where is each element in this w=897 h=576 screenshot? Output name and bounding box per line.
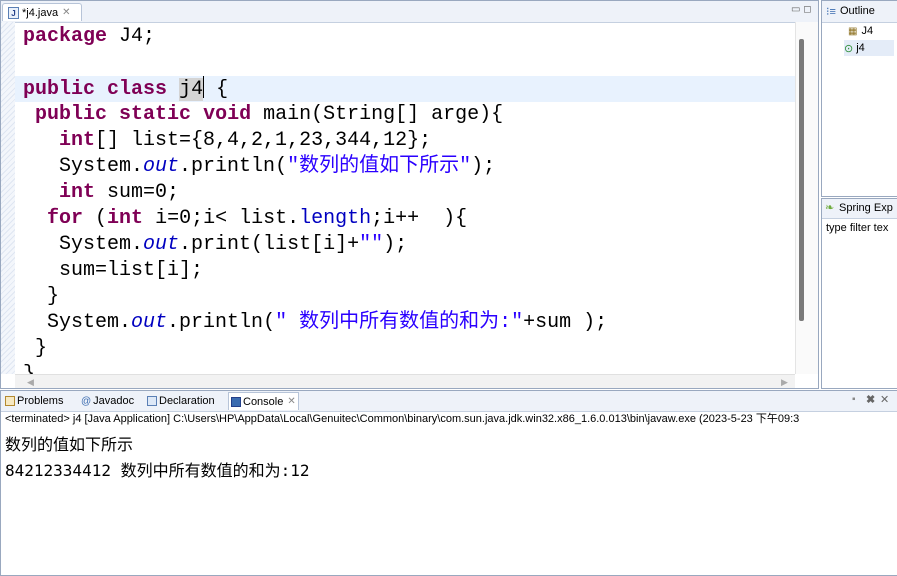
console-output-line: 84212334412 数列中所有数值的和为:12 — [5, 461, 310, 480]
tab-javadoc[interactable]: @ Javadoc — [79, 392, 136, 410]
tab-label: *j4.java — [22, 6, 59, 19]
spring-explorer-title: Spring Exp — [839, 202, 893, 214]
class-name-highlight: j4 — [179, 78, 204, 101]
code-line: sum=list[i]; — [23, 259, 204, 282]
code-line: package J4; — [23, 25, 156, 48]
outline-icon: ⁝≡ — [826, 6, 836, 18]
remove-all-icon[interactable]: ✕ — [880, 393, 889, 406]
javadoc-icon: @ — [81, 395, 92, 407]
code-area[interactable]: package J4; public class j4 { public sta… — [15, 22, 795, 386]
scroll-left-icon[interactable]: ◀ — [27, 377, 34, 388]
code-line: public class j4 { — [23, 76, 229, 101]
outline-view: ⁝≡ Outline ▦ J4 ⊙ j4 — [821, 0, 897, 197]
outline-item-class[interactable]: ⊙ j4 — [844, 40, 894, 56]
tab-j4-java[interactable]: J *j4.java ✕ — [2, 3, 82, 21]
console-toolbar-icon[interactable]: ▪ — [852, 394, 856, 405]
console-status-line: <terminated> j4 [Java Application] C:\Us… — [5, 413, 800, 425]
editor-tab-bar: J *j4.java ✕ ▭ ◻ — [1, 1, 818, 23]
tab-console[interactable]: Console ✕ — [228, 392, 299, 410]
class-icon: ⊙ — [844, 42, 854, 55]
declaration-icon — [147, 396, 157, 406]
spring-explorer-view: ❧ Spring Exp type filter tex — [821, 198, 897, 389]
minimize-maximize-icon[interactable]: ▭ ◻ — [791, 4, 812, 15]
outline-tab[interactable]: ⁝≡ Outline — [822, 1, 897, 23]
editor-pane: J *j4.java ✕ ▭ ◻ package J4; public clas… — [0, 0, 819, 389]
code-line: System.out.println(" 数列中所有数值的和为:"+sum ); — [23, 311, 608, 334]
console-pane: Problems @ Javadoc Declaration Console ✕… — [0, 390, 897, 576]
close-icon[interactable]: ✕ — [287, 396, 295, 407]
spring-leaf-icon: ❧ — [825, 202, 835, 214]
code-line: } — [23, 285, 60, 308]
spring-explorer-tab[interactable]: ❧ Spring Exp — [822, 199, 897, 219]
editor-ruler — [1, 22, 15, 374]
code-line: int[] list={8,4,2,1,23,344,12}; — [59, 129, 432, 152]
remove-launch-icon[interactable]: ✖ — [866, 393, 875, 406]
code-line: System.out.println("数列的值如下所示"); — [23, 155, 496, 178]
console-output-line: 数列的值如下所示 — [5, 435, 134, 454]
horizontal-scrollbar[interactable]: ◀ ▶ — [15, 374, 795, 388]
filter-input[interactable]: type filter tex — [822, 219, 897, 237]
code-line: System.out.print(list[i]+""); — [23, 233, 408, 256]
code-line: for (int i=0;i< list.length;i++ ){ — [47, 207, 468, 230]
package-icon: ▦ — [848, 25, 858, 37]
java-file-icon: J — [8, 6, 19, 19]
vertical-scrollbar[interactable] — [799, 39, 804, 321]
tab-problems[interactable]: Problems — [3, 392, 65, 410]
code-line: } — [23, 337, 48, 360]
tab-declaration[interactable]: Declaration — [145, 392, 217, 410]
problems-icon — [5, 396, 15, 406]
outline-item-package[interactable]: ▦ J4 — [848, 25, 873, 37]
code-line: public static void main(String[] arge){ — [35, 103, 504, 126]
console-icon — [231, 396, 241, 407]
console-tab-bar: Problems @ Javadoc Declaration Console ✕… — [1, 391, 897, 412]
close-icon[interactable]: ✕ — [62, 7, 70, 18]
scroll-right-icon[interactable]: ▶ — [781, 377, 788, 388]
outline-title: Outline — [840, 5, 875, 17]
code-line: int sum=0; — [59, 181, 180, 204]
